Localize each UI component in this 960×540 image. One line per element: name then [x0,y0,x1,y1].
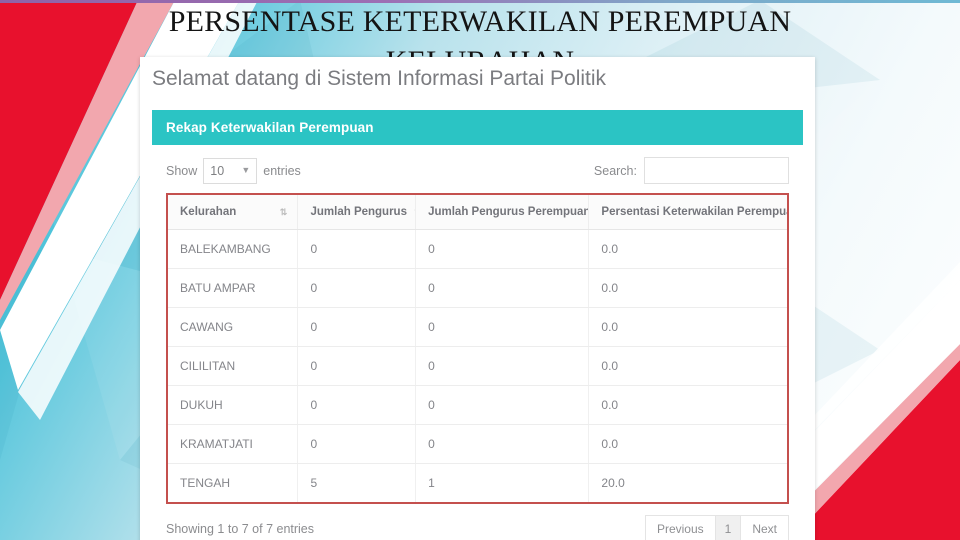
table-row: BALEKAMBANG 0 0 0.0 [168,229,787,269]
table-row: CAWANG 0 0 0.0 [168,307,787,347]
pagination-previous-button[interactable]: Previous [644,515,715,540]
cell-persentasi: 0.0 [588,307,787,347]
column-header-jumlah-pengurus[interactable]: Jumlah Pengurus ⇅ [297,195,417,230]
column-label: Kelurahan [180,206,237,218]
column-header-persentasi[interactable]: Persentasi Keterwakilan Perempuan ⇅ [588,195,787,230]
cell-kelurahan: KRAMATJATI [168,424,299,464]
cell-jumlah-pengurus: 0 [297,346,417,386]
cell-jumlah-pengurus-perempuan: 0 [415,385,590,425]
table-body: BALEKAMBANG 0 0 0.0 BATU AMPAR 0 0 0.0 CAWANG 0 0 0… [168,229,787,502]
table-row: CILILITAN 0 0 0.0 [168,346,787,386]
embedded-app-screenshot: Selamat datang di Sistem Informasi Parta… [140,57,815,540]
search-label: Search: [593,163,637,178]
page-length-value: 10 [210,163,225,178]
cell-jumlah-pengurus-perempuan: 1 [415,463,590,502]
panel-title: Rekap Keterwakilan Perempuan [152,110,803,145]
cell-kelurahan: BALEKAMBANG [168,229,299,269]
pagination-next-button[interactable]: Next [740,515,789,540]
cell-kelurahan: TENGAH [168,463,299,502]
cell-persentasi: 0.0 [588,385,787,425]
cell-jumlah-pengurus: 5 [297,463,417,502]
page-length-select[interactable]: 10 ▼ [203,157,258,184]
welcome-banner: Selamat datang di Sistem Informasi Parta… [140,57,815,101]
entries-label: entries [263,163,301,178]
slide-top-rule [0,0,960,3]
cell-jumlah-pengurus-perempuan: 0 [415,307,590,347]
cell-kelurahan: DUKUH [168,385,299,425]
column-header-kelurahan[interactable]: Kelurahan ⇅ [168,195,299,230]
cell-kelurahan: BATU AMPAR [168,268,299,308]
column-label: Persentasi Keterwakilan Perempuan [601,206,787,218]
table-row: BATU AMPAR 0 0 0.0 [168,268,787,308]
search-control: Search: [594,157,789,184]
cell-persentasi: 0.0 [588,424,787,464]
table-row: KRAMATJATI 0 0 0.0 [168,424,787,464]
column-label: Jumlah Pengurus [310,206,407,218]
cell-jumlah-pengurus-perempuan: 0 [415,346,590,386]
cell-jumlah-pengurus-perempuan: 0 [415,268,590,308]
cell-persentasi: 0.0 [588,229,787,269]
show-label: Show [166,163,198,178]
page-length-control: Show 10 ▼ entries [166,157,307,184]
cell-persentasi: 0.0 [588,346,787,386]
cell-kelurahan: CILILITAN [168,346,299,386]
cell-persentasi: 20.0 [601,476,625,490]
cell-jumlah-pengurus: 0 [297,424,417,464]
table-highlight-box: Kelurahan ⇅ Jumlah Pengurus ⇅ [166,193,789,504]
chevron-down-icon: ▼ [241,165,251,175]
datatable-controls: Show 10 ▼ entries Search: [166,157,789,184]
sort-icon: ⇅ [279,206,288,217]
cell-kelurahan: CAWANG [168,307,299,347]
cell-persentasi: 0.0 [588,268,787,308]
slide-canvas: PERSENTASE KETERWAKILAN PEREMPUAN KELURA… [0,0,960,540]
entries-info: Showing 1 to 7 of 7 entries [166,522,315,536]
cell-jumlah-pengurus: 0 [297,268,417,308]
column-label: Jumlah Pengurus Perempuan [428,206,589,218]
pagination: Previous 1 Next [644,515,789,540]
pagination-page-1-button[interactable]: 1 [714,515,741,540]
cell-jumlah-pengurus: 0 [297,385,417,425]
table-row: TENGAH 5 1 20.0 [168,463,787,502]
cell-jumlah-pengurus: 0 [297,229,417,269]
column-header-jumlah-pengurus-perempuan[interactable]: Jumlah Pengurus Perempuan ⇅ [415,195,590,230]
search-input[interactable] [644,157,789,184]
datatable-footer: Showing 1 to 7 of 7 entries Previous 1 N… [166,515,789,540]
cell-jumlah-pengurus: 0 [297,307,417,347]
table-row: DUKUH 0 0 0.0 [168,385,787,425]
rekap-table: Kelurahan ⇅ Jumlah Pengurus ⇅ [168,195,787,502]
rekap-panel: Rekap Keterwakilan Perempuan Show 10 ▼ e… [152,110,803,540]
cell-jumlah-pengurus-perempuan: 0 [415,424,590,464]
table-header-row: Kelurahan ⇅ Jumlah Pengurus ⇅ [168,195,787,230]
cell-jumlah-pengurus-perempuan: 0 [415,229,590,269]
